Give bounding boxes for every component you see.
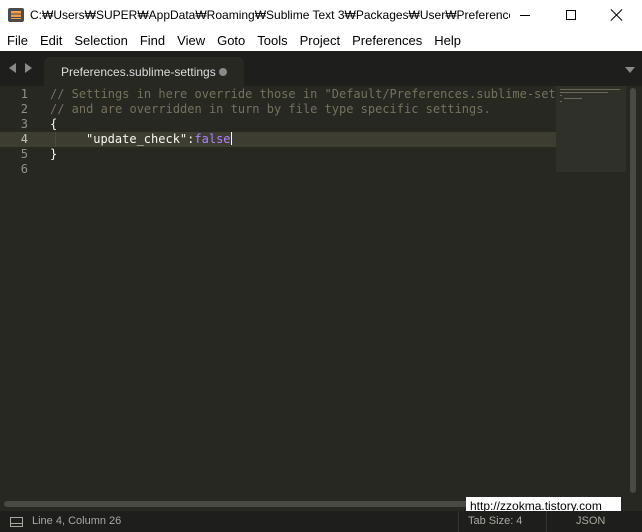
vertical-scrollbar[interactable] bbox=[626, 86, 642, 497]
maximize-icon bbox=[566, 10, 576, 20]
maximize-button[interactable] bbox=[548, 0, 594, 30]
unsaved-dot-icon[interactable] bbox=[219, 68, 227, 76]
menu-goto[interactable]: Goto bbox=[211, 30, 251, 51]
cursor-position: Line 4, Column 26 bbox=[32, 515, 122, 527]
close-button[interactable] bbox=[594, 0, 640, 30]
minimize-button[interactable] bbox=[502, 0, 548, 30]
syntax-selector[interactable]: JSON bbox=[576, 515, 605, 527]
line-number: 1 bbox=[20, 87, 28, 101]
code-view[interactable]: // Settings in here override those in "D… bbox=[50, 86, 556, 497]
line-number: 3 bbox=[20, 117, 28, 131]
line-number-active: 4 bbox=[20, 132, 28, 146]
minimize-icon bbox=[520, 14, 530, 16]
editor-area[interactable]: 1 2 3 4 5 6 // Settings in here override… bbox=[0, 86, 642, 497]
setting-key: "update_check" bbox=[86, 132, 188, 146]
tab-preferences-settings[interactable]: Preferences.sublime-settings bbox=[44, 57, 244, 86]
code-line-setting: "update_check":false bbox=[86, 132, 232, 147]
tab-nav-right-icon[interactable] bbox=[25, 63, 32, 73]
code-line-comment: // and are overridden in turn by file ty… bbox=[50, 102, 491, 116]
menu-tools[interactable]: Tools bbox=[251, 30, 293, 51]
menu-selection[interactable]: Selection bbox=[68, 30, 133, 51]
tab-bar: Preferences.sublime-settings bbox=[0, 51, 642, 86]
menu-project[interactable]: Project bbox=[294, 30, 346, 51]
window-title: C:₩Users₩SUPER₩AppData₩Roaming₩Sublime T… bbox=[30, 8, 510, 22]
sublime-app-icon bbox=[8, 8, 24, 22]
line-number: 5 bbox=[20, 147, 28, 161]
minimap[interactable] bbox=[556, 86, 626, 497]
tab-list-dropdown-icon[interactable] bbox=[625, 67, 635, 73]
minimap-line bbox=[560, 92, 608, 93]
line-number-gutter: 1 2 3 4 5 6 bbox=[0, 86, 44, 497]
minimap-line bbox=[560, 95, 562, 96]
status-bar: Line 4, Column 26 Tab Size: 4 JSON bbox=[0, 511, 642, 532]
tab-nav-left-icon[interactable] bbox=[9, 63, 16, 73]
status-divider bbox=[546, 511, 547, 532]
menu-preferences[interactable]: Preferences bbox=[346, 30, 428, 51]
code-line-close-brace: } bbox=[50, 147, 58, 161]
panel-toggle-icon[interactable] bbox=[10, 517, 23, 527]
title-bar: C:₩Users₩SUPER₩AppData₩Roaming₩Sublime T… bbox=[0, 0, 642, 30]
vertical-scroll-thumb[interactable] bbox=[630, 88, 636, 493]
status-divider bbox=[458, 511, 459, 532]
code-line-comment: // Settings in here override those in "D… bbox=[50, 87, 556, 101]
menu-file[interactable]: File bbox=[1, 30, 34, 51]
setting-value: false bbox=[194, 132, 231, 146]
menu-bar: File Edit Selection Find View Goto Tools… bbox=[0, 30, 642, 51]
line-number: 6 bbox=[20, 162, 28, 176]
menu-find[interactable]: Find bbox=[134, 30, 171, 51]
menu-edit[interactable]: Edit bbox=[34, 30, 68, 51]
code-line-open-brace: { bbox=[50, 117, 58, 131]
minimap-line bbox=[560, 89, 620, 90]
text-cursor bbox=[230, 132, 232, 145]
menu-help[interactable]: Help bbox=[428, 30, 467, 51]
line-number: 2 bbox=[20, 102, 28, 116]
menu-view[interactable]: View bbox=[171, 30, 211, 51]
minimap-line bbox=[564, 98, 582, 99]
tab-label: Preferences.sublime-settings bbox=[61, 65, 216, 79]
close-icon bbox=[611, 9, 623, 21]
tab-size-selector[interactable]: Tab Size: 4 bbox=[468, 515, 522, 527]
minimap-line bbox=[560, 101, 562, 102]
